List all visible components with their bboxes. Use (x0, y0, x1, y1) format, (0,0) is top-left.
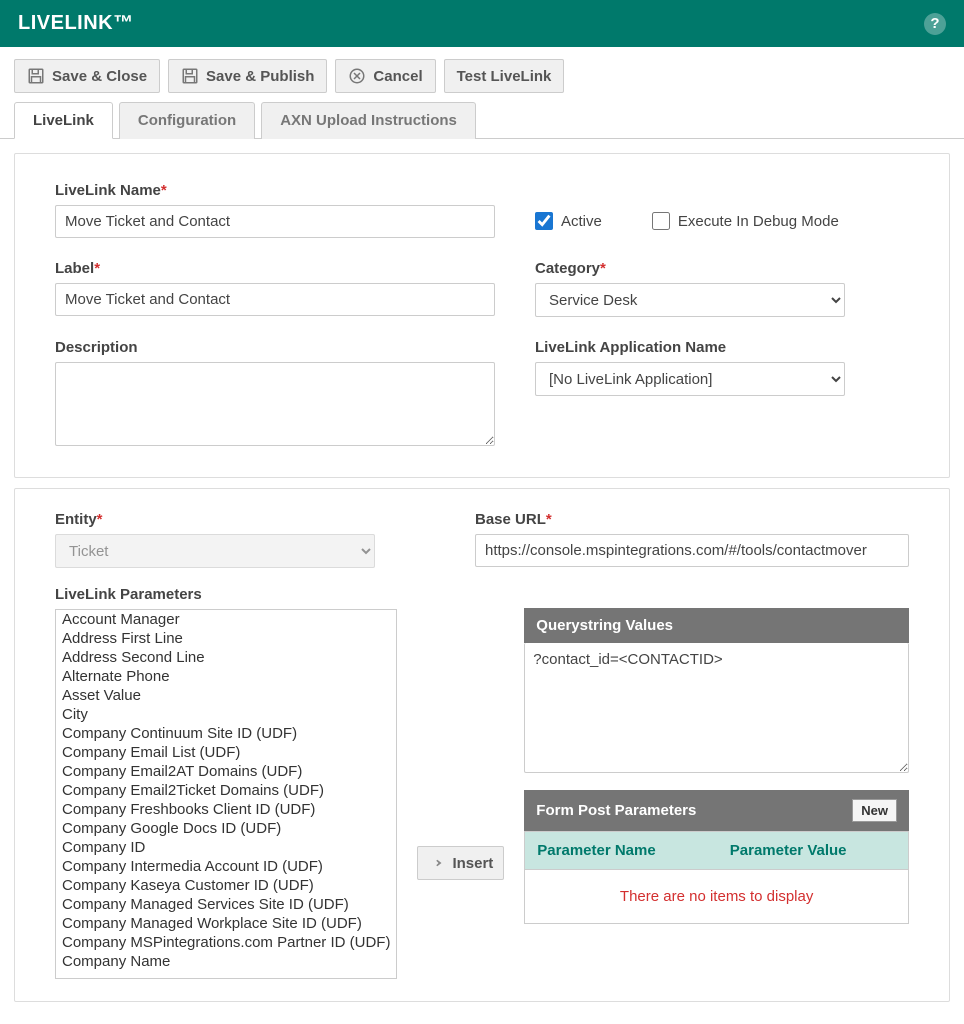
list-item[interactable]: Company Email2AT Domains (UDF) (56, 762, 396, 781)
list-item[interactable]: Company Intermedia Account ID (UDF) (56, 857, 396, 876)
list-item[interactable]: Company Continuum Site ID (UDF) (56, 724, 396, 743)
save-close-label: Save & Close (52, 68, 147, 85)
app-title: LIVELINK™ (18, 12, 134, 35)
debug-checkbox[interactable] (652, 212, 670, 230)
cancel-button[interactable]: Cancel (335, 59, 435, 93)
baseurl-label: Base URL (475, 511, 909, 528)
list-item[interactable]: Asset Value (56, 686, 396, 705)
label-input[interactable] (55, 283, 495, 316)
parameters-listbox[interactable]: Account ManagerAddress First LineAddress… (55, 609, 397, 979)
list-item[interactable]: Company Kaseya Customer ID (UDF) (56, 876, 396, 895)
app-header: LIVELINK™ (0, 0, 964, 47)
list-item[interactable]: City (56, 705, 396, 724)
category-select[interactable]: Service Desk (535, 283, 845, 317)
insert-button[interactable]: Insert (417, 846, 504, 880)
test-livelink-button[interactable]: Test LiveLink (444, 59, 565, 93)
help-icon[interactable] (924, 13, 946, 35)
insert-label: Insert (452, 855, 493, 872)
description-label: Description (55, 339, 495, 356)
list-item[interactable]: Address Second Line (56, 648, 396, 667)
cancel-label: Cancel (373, 68, 422, 85)
empty-message: There are no items to display (525, 870, 909, 924)
livelink-form-panel: LiveLink Name Active Execute In Debug Mo… (14, 153, 950, 478)
list-item[interactable]: Company Managed Services Site ID (UDF) (56, 895, 396, 914)
list-item[interactable]: Account Manager (56, 610, 396, 629)
parameters-panel: Entity Ticket Base URL LiveLink Paramete… (14, 488, 950, 1002)
list-item[interactable]: Company Managed Workplace Site ID (UDF) (56, 914, 396, 933)
save-icon (27, 67, 45, 85)
list-item[interactable]: Company Name (56, 952, 396, 971)
save-icon (181, 67, 199, 85)
app-name-label: LiveLink Application Name (535, 339, 845, 356)
list-item[interactable]: Company Google Docs ID (UDF) (56, 819, 396, 838)
toolbar: Save & Close Save & Publish Cancel Test … (0, 47, 964, 101)
querystring-header: Querystring Values (524, 608, 909, 643)
tab-axn-upload[interactable]: AXN Upload Instructions (261, 102, 476, 139)
active-checkbox[interactable] (535, 212, 553, 230)
save-publish-button[interactable]: Save & Publish (168, 59, 327, 93)
arrow-right-icon (428, 854, 446, 872)
active-label: Active (561, 213, 602, 230)
list-item[interactable]: Company Email List (UDF) (56, 743, 396, 762)
entity-label: Entity (55, 511, 455, 528)
tab-configuration[interactable]: Configuration (119, 102, 255, 139)
list-item[interactable]: Company ID (56, 838, 396, 857)
label-label: Label (55, 260, 495, 277)
baseurl-input[interactable] (475, 534, 909, 567)
formpost-table: Parameter Name Parameter Value There are… (524, 831, 909, 924)
description-textarea[interactable] (55, 362, 495, 446)
livelink-name-input[interactable] (55, 205, 495, 238)
debug-label: Execute In Debug Mode (678, 213, 839, 230)
entity-select[interactable]: Ticket (55, 534, 375, 568)
params-label: LiveLink Parameters (55, 586, 397, 603)
save-publish-label: Save & Publish (206, 68, 314, 85)
new-button[interactable]: New (852, 799, 897, 822)
livelink-name-label: LiveLink Name (55, 182, 495, 199)
tab-bar: LiveLink Configuration AXN Upload Instru… (0, 101, 964, 139)
test-label: Test LiveLink (457, 68, 552, 85)
col-param-value: Parameter Value (718, 832, 909, 870)
col-param-name: Parameter Name (525, 832, 718, 870)
formpost-header: Form Post Parameters New (524, 790, 909, 831)
list-item[interactable]: Alternate Phone (56, 667, 396, 686)
tab-livelink[interactable]: LiveLink (14, 102, 113, 139)
list-item[interactable]: Company Email2Ticket Domains (UDF) (56, 781, 396, 800)
list-item[interactable]: Company Freshbooks Client ID (UDF) (56, 800, 396, 819)
app-name-select[interactable]: [No LiveLink Application] (535, 362, 845, 396)
category-label: Category (535, 260, 845, 277)
list-item[interactable]: Address First Line (56, 629, 396, 648)
querystring-textarea[interactable] (524, 643, 909, 773)
cancel-icon (348, 67, 366, 85)
list-item[interactable]: Company MSPintegrations.com Partner ID (… (56, 933, 396, 952)
save-close-button[interactable]: Save & Close (14, 59, 160, 93)
